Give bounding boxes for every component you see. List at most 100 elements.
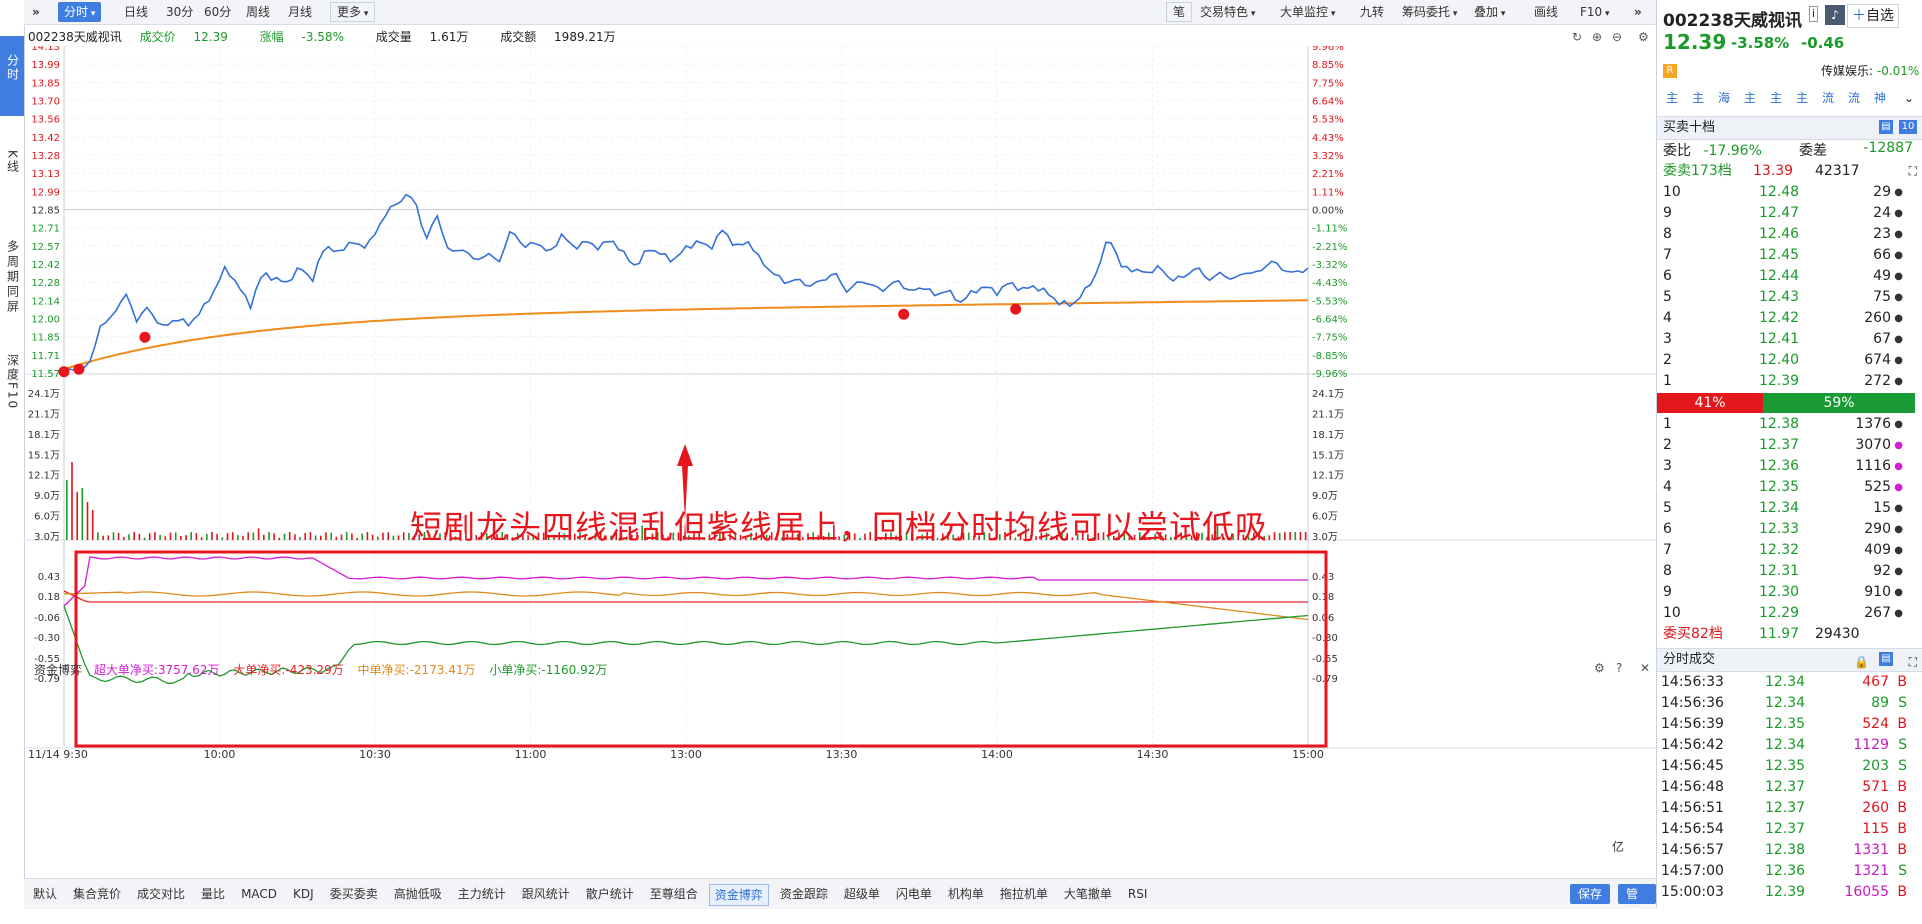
indicator-tab[interactable]: 大笔撤单 [1059, 884, 1117, 904]
indicator-tab[interactable]: 跟风统计 [517, 884, 575, 904]
toolbar-pen[interactable]: 笔 [1166, 2, 1193, 22]
indicator-tab[interactable]: 散户统计 [581, 884, 639, 904]
price-axis-left: 14.13 13.99 13.85 13.70 13.56 13.42 13.28 13.13… [31, 46, 60, 380]
legend-large: 大单净买:-423.29万 [233, 663, 344, 677]
tab-intraday[interactable]: 分时 [0, 36, 24, 116]
indicator-tab[interactable]: MACD [236, 884, 282, 904]
toolbar-f10[interactable]: F10 [1574, 2, 1616, 22]
toolbar-draw-line[interactable]: 画线 [1528, 2, 1564, 22]
order-level: 5 12.34 15 ● [1663, 500, 1903, 516]
more-dropdown[interactable]: 更多 [330, 2, 376, 22]
lock-icon[interactable]: 🔒 [1854, 651, 1869, 673]
indicator-tab[interactable]: 闪电单 [891, 884, 937, 904]
quick-buttons: 主主海主主主流流神 ⌄ [1661, 88, 1919, 108]
trade-row: 14:56:36 12.34 89 S [1661, 695, 1907, 711]
expand-chevron-icon[interactable]: ⌄ [1899, 88, 1919, 108]
indicator-tab[interactable]: KDJ [288, 884, 319, 904]
pct-tick: 2.21% [1312, 169, 1344, 180]
trades-list-icon[interactable]: ▤ [1879, 652, 1893, 666]
quick-button[interactable]: 主 [1739, 88, 1761, 108]
period-daily[interactable]: 日线 [118, 2, 154, 22]
annotation-text: 短剧龙头四线混乱但紫线居上，回档分时均线可以尝试低吸 [410, 508, 1269, 546]
pct-tick: -9.96% [1312, 369, 1347, 380]
zoom-in-icon[interactable]: ⊕ [1592, 30, 1602, 44]
volume-tick: 18.1万 [1312, 430, 1344, 441]
back-icon[interactable]: » [26, 2, 46, 22]
price-tick: 12.28 [31, 278, 60, 289]
bell-icon[interactable]: ♪ [1825, 5, 1845, 25]
sector-info[interactable]: 传媒娱乐: -0.01% [1821, 62, 1919, 79]
indicator-tab[interactable]: RSI [1123, 884, 1153, 904]
toolbar-nine-turn[interactable]: 九转 [1354, 2, 1390, 22]
price-tick: 13.56 [31, 115, 60, 126]
volume-tick: 21.1万 [1312, 409, 1344, 420]
price-tick: 13.42 [31, 133, 60, 144]
quick-button[interactable]: 流 [1843, 88, 1865, 108]
trade-row: 14:56:45 12.35 203 S [1661, 758, 1907, 774]
toolbar-overlay[interactable]: 叠加 [1468, 2, 1511, 22]
close-icon[interactable]: ✕ [1640, 661, 1650, 675]
fund-settings-icon[interactable]: ⚙ [1594, 661, 1605, 675]
quick-button[interactable]: 主 [1687, 88, 1709, 108]
tab-kline[interactable]: K线 [0, 150, 24, 190]
indicator-tab[interactable]: 资金跟踪 [775, 884, 833, 904]
zoom-out-icon[interactable]: ⊖ [1612, 30, 1622, 44]
chart-toolbar: » 分时 日线 30分 60分 周线 月线 更多 笔 交易特色 大单监控 九转 … [24, 0, 1656, 25]
save-button[interactable]: 保存 [1570, 884, 1611, 904]
period-monthly[interactable]: 月线 [282, 2, 318, 22]
indicator-tab[interactable]: 成交对比 [132, 884, 190, 904]
quick-button[interactable]: 海 [1713, 88, 1735, 108]
indicator-tab[interactable]: 默认 [28, 884, 62, 904]
pct-tick: -7.75% [1312, 333, 1347, 344]
indicator-tab[interactable]: 集合竞价 [68, 884, 126, 904]
right-change-pct: -3.58% [1731, 34, 1790, 52]
book-toggle-icon[interactable]: ▤ [1879, 120, 1893, 134]
quote-info-line: 002238天威视讯 成交价 12.39 涨幅 -3.58% 成交量 1.61万… [28, 28, 644, 46]
tab-multi-period[interactable]: 多周期同屏 [0, 240, 24, 330]
indicator-tab[interactable]: 主力统计 [453, 884, 511, 904]
trades-header: 分时成交 🔒 ▤ ⛶ [1657, 648, 1922, 672]
toolbar-trade-features[interactable]: 交易特色 [1194, 2, 1261, 22]
quick-button[interactable]: 主 [1765, 88, 1787, 108]
indicator-tab[interactable]: 委买委卖 [325, 884, 383, 904]
period-30min[interactable]: 30分 [160, 2, 199, 22]
indicator-tab[interactable]: 机构单 [943, 884, 989, 904]
price-tick: 13.13 [31, 169, 60, 180]
time-tick: 10:00 [204, 748, 236, 761]
quick-button[interactable]: 流 [1817, 88, 1839, 108]
legend-super-large: 超大单净买:3757.62万 [93, 663, 220, 677]
price-tick: 12.71 [31, 224, 60, 235]
settings-icon[interactable]: ⚙ [1638, 30, 1649, 44]
indicator-tab[interactable]: 拖拉机单 [995, 884, 1053, 904]
trade-row: 14:56:51 12.37 260 B [1661, 800, 1907, 816]
time-tick: 11/14 9:30 [28, 748, 88, 761]
refresh-icon[interactable]: ↻ [1572, 30, 1582, 44]
add-watch-button[interactable]: ＋自选 [1847, 4, 1899, 28]
indicator-tab[interactable]: 超级单 [839, 884, 885, 904]
trade-row: 15:00:03 12.39 16055 B [1661, 884, 1907, 900]
order-level: 10 12.48 29 ● [1663, 184, 1903, 200]
volume-tick: 24.1万 [1312, 389, 1344, 400]
indicator-tab[interactable]: 至尊组合 [645, 884, 703, 904]
toolbar-bigorder-monitor[interactable]: 大单监控 [1274, 2, 1341, 22]
highlight-box [74, 550, 1328, 748]
trades-expand-icon[interactable]: ⛶ [1909, 651, 1917, 673]
collapse-icon[interactable]: » [1628, 2, 1648, 22]
period-intraday[interactable]: 分时 [58, 2, 102, 22]
tab-deep-f10[interactable]: 深度F10 [0, 354, 24, 444]
quick-button[interactable]: 神 [1869, 88, 1891, 108]
indicator-tab[interactable]: 量比 [196, 884, 230, 904]
help-icon[interactable]: ? [1616, 661, 1622, 675]
manage-button[interactable]: 管理 [1618, 884, 1656, 921]
toolbar-chip-order[interactable]: 筹码委托 [1396, 2, 1463, 22]
indicator-tab[interactable]: 资金博弈 [708, 884, 769, 906]
info-icon[interactable]: i [1809, 6, 1819, 22]
period-60min[interactable]: 60分 [198, 2, 237, 22]
indicator-tab[interactable]: 高抛低吸 [389, 884, 447, 904]
period-weekly[interactable]: 周线 [240, 2, 276, 22]
quick-button[interactable]: 主 [1791, 88, 1813, 108]
expand-icon[interactable]: ⛶ [1909, 161, 1917, 182]
quick-button[interactable]: 主 [1661, 88, 1683, 108]
book-depth-10[interactable]: 10 [1899, 120, 1917, 134]
pct-tick: 5.53% [1312, 115, 1344, 126]
